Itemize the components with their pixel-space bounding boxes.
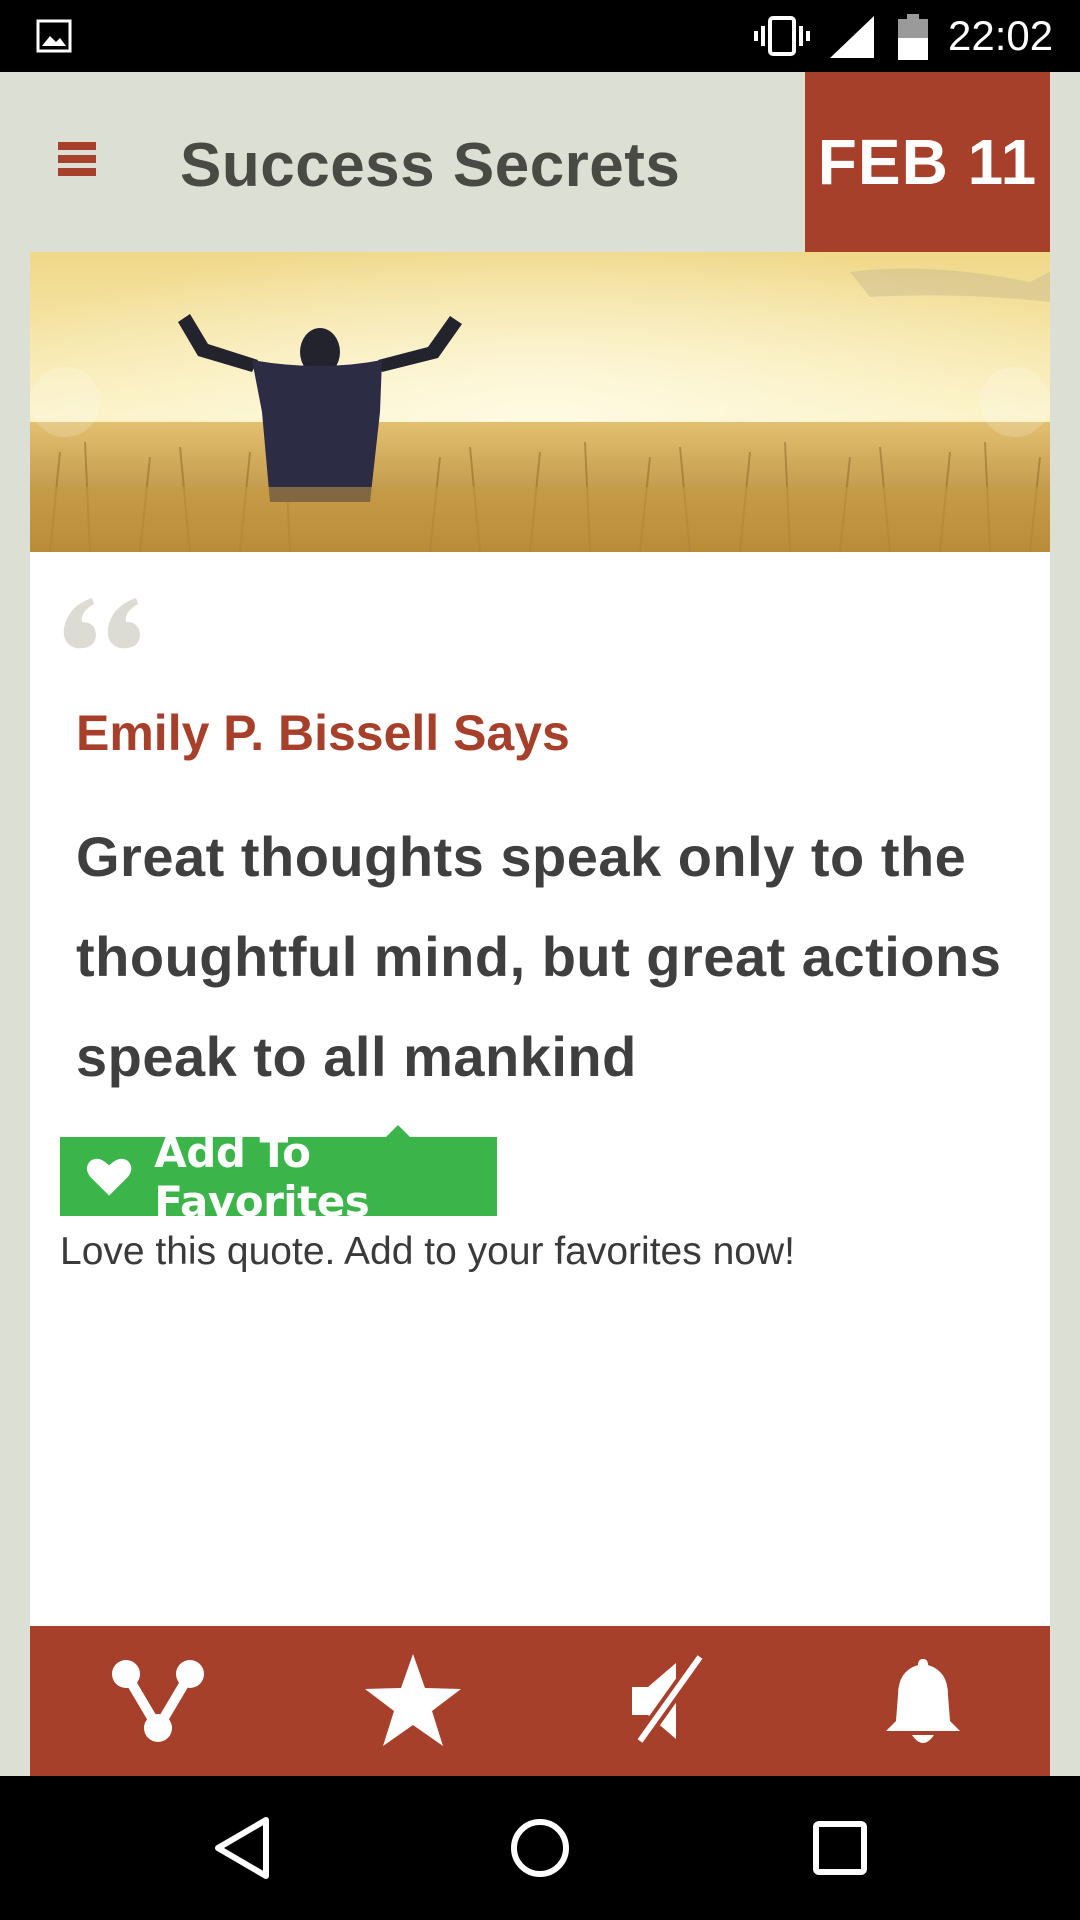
bell-icon [885,1659,960,1743]
share-button[interactable] [30,1626,285,1776]
battery-icon [898,14,928,60]
mute-icon [631,1653,706,1746]
signal-icon [830,16,874,58]
quote-mark-icon [63,598,140,649]
star-icon [364,1654,461,1746]
app-title: Success Secrets [180,131,681,200]
hamburger-menu-icon[interactable] [58,142,96,182]
recents-icon[interactable] [804,1812,876,1884]
chevron-left-icon[interactable] [30,367,100,437]
share-icon [111,1660,204,1742]
mute-button[interactable] [540,1626,795,1776]
favorites-hint: Love this quote. Add to your favorites n… [60,1230,795,1273]
quote-author: Emily P. Bissell Says [76,705,570,761]
bottom-toolbar [30,1626,1050,1776]
quote-card: Emily P. Bissell Says Great thoughts spe… [30,252,1050,1626]
add-to-favorites-button[interactable]: Add To Favorites [60,1125,497,1226]
notifications-button[interactable] [795,1626,1050,1776]
wheat-field-image [30,252,1050,552]
date-badge: FEB 11 [805,72,1050,252]
gallery-icon [36,19,72,53]
vibrate-icon [754,16,810,56]
favorites-tab-button[interactable] [285,1626,540,1776]
back-icon[interactable] [206,1812,278,1884]
hero-image [30,252,1050,552]
home-icon[interactable] [504,1812,576,1884]
add-to-favorites-label: Add To Favorites [154,1127,370,1226]
status-clock: 22:02 [948,12,1054,59]
app-header: Success Secrets FEB 11 [0,72,1080,252]
status-bar: 22:02 [0,0,1080,72]
system-nav-bar [0,1776,1080,1920]
heart-icon [86,1158,132,1196]
chevron-right-icon[interactable] [980,367,1050,437]
quote-text: Great thoughts speak only to the thought… [76,825,1002,1088]
